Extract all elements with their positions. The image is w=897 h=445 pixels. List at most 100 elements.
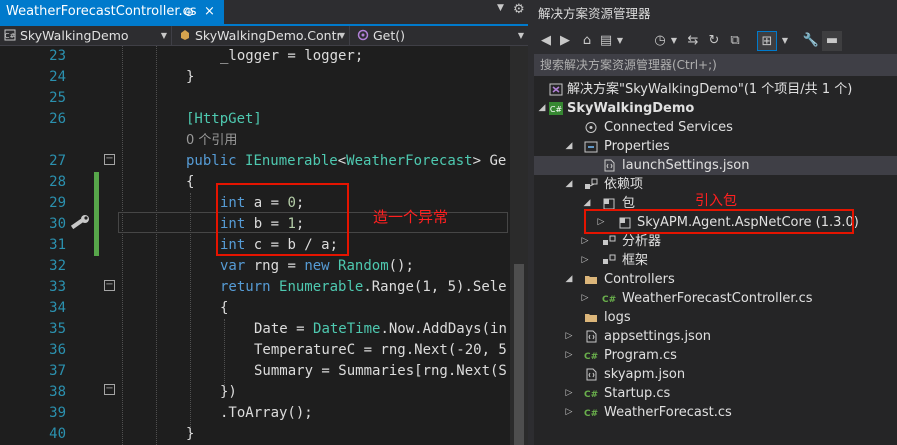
pin-icon[interactable]: ⊕ bbox=[184, 0, 194, 24]
member-selector-label: Get() bbox=[373, 28, 406, 43]
explorer-search-input[interactable]: 搜索解决方案资源管理器(Ctrl+;) bbox=[534, 54, 897, 76]
collapsed-arrow-icon[interactable]: ▷ bbox=[564, 327, 574, 346]
reference-count[interactable]: 0 个引用 bbox=[186, 133, 237, 148]
code-text: TemperatureC = rng.Next(-20, 5 bbox=[254, 342, 507, 358]
collapse-all-icon[interactable]: ⧉ bbox=[727, 31, 743, 51]
pending-changes-icon[interactable]: ◷ bbox=[652, 31, 668, 51]
tree-item-frameworks[interactable]: ▷ 框架 bbox=[534, 251, 897, 270]
chevron-down-icon[interactable]: ▼ bbox=[779, 31, 791, 51]
expanded-arrow-icon[interactable]: ◢ bbox=[564, 137, 574, 156]
keyword: public bbox=[186, 153, 237, 169]
tab-weatherforecastcontroller[interactable]: WeatherForecastController.cs ⊕ × bbox=[0, 0, 224, 24]
keyword: new bbox=[304, 258, 330, 274]
tree-item-startup[interactable]: ▷ C# Startup.cs bbox=[534, 384, 897, 403]
tree-item-label: SkyWalkingDemo bbox=[567, 101, 695, 116]
code-line-24: } bbox=[186, 67, 194, 88]
collapsed-arrow-icon[interactable]: ▷ bbox=[580, 232, 590, 251]
switch-views-icon[interactable]: ▤ bbox=[598, 31, 614, 51]
panel-title: 解决方案资源管理器 bbox=[534, 0, 897, 28]
tree-item-project[interactable]: ◢ C# SkyWalkingDemo bbox=[534, 99, 897, 118]
member-selector[interactable]: Get() ▼ bbox=[353, 26, 528, 45]
tree-item-label: appsettings.json bbox=[604, 329, 712, 344]
tab-title: WeatherForecastController.cs bbox=[6, 4, 197, 19]
svg-text:C#: C# bbox=[550, 105, 563, 114]
back-icon[interactable]: ◀ bbox=[538, 31, 554, 51]
solution-icon bbox=[549, 83, 563, 96]
csharp-file-icon: C# bbox=[602, 295, 616, 305]
attribute-text: [HttpGet] bbox=[186, 111, 262, 127]
code-text: _logger = logger; bbox=[220, 48, 364, 64]
annotation-create-exception: 造一个异常 bbox=[373, 208, 449, 226]
class-selector-label: SkyWalkingDemo.Contr bbox=[195, 28, 342, 43]
show-all-files-icon[interactable]: ⊞ bbox=[757, 31, 777, 51]
navigation-bar: C# SkyWalkingDemo ▼ SkyWalkingDemo.Contr… bbox=[0, 26, 528, 46]
home-icon[interactable]: ⌂ bbox=[578, 31, 596, 51]
code-line-38: }) bbox=[220, 382, 237, 403]
class-selector[interactable]: SkyWalkingDemo.Contr ▼ bbox=[175, 26, 350, 45]
tree-item-weatherforecast[interactable]: ▷ C# WeatherForecast.cs bbox=[534, 403, 897, 422]
svg-text:C#: C# bbox=[602, 295, 616, 305]
keyword: var bbox=[220, 258, 246, 274]
tab-list-dropdown-icon[interactable]: ▼ bbox=[497, 3, 509, 19]
highlight-box-exception-code bbox=[216, 183, 349, 256]
code-text: } bbox=[186, 69, 195, 85]
refresh-icon[interactable]: ↻ bbox=[706, 31, 722, 51]
csharp-project-icon: C# bbox=[549, 102, 563, 115]
tree-item-label: Controllers bbox=[604, 272, 675, 287]
chevron-down-icon[interactable]: ▼ bbox=[614, 31, 626, 51]
preview-selected-icon[interactable]: ▬ bbox=[822, 31, 842, 51]
forward-icon[interactable]: ▶ bbox=[557, 31, 573, 51]
tree-item-label: Startup.cs bbox=[604, 386, 671, 401]
code-line-40: } bbox=[186, 424, 194, 445]
collapsed-arrow-icon[interactable]: ▷ bbox=[564, 346, 574, 365]
code-text: (); bbox=[388, 258, 414, 274]
code-text: < bbox=[337, 153, 347, 169]
scrollbar-thumb[interactable] bbox=[514, 264, 524, 445]
tree-item-weatherforecastcontroller[interactable]: ▷ C# WeatherForecastController.cs bbox=[534, 289, 897, 308]
code-line-26: [HttpGet] bbox=[186, 109, 262, 130]
vertical-scrollbar[interactable] bbox=[510, 46, 528, 445]
chevron-down-icon: ▼ bbox=[160, 31, 167, 40]
code-text: .ToArray(); bbox=[220, 405, 313, 421]
project-selector[interactable]: C# SkyWalkingDemo ▼ bbox=[0, 26, 172, 45]
collapsed-arrow-icon[interactable]: ▷ bbox=[564, 403, 574, 422]
expanded-arrow-icon[interactable]: ◢ bbox=[564, 175, 574, 194]
tree-item-skyapm-json[interactable]: skyapm.json bbox=[534, 365, 897, 384]
tree-item-properties[interactable]: ◢ Properties bbox=[534, 137, 897, 156]
svg-text:C#: C# bbox=[5, 32, 16, 40]
chevron-down-icon[interactable]: ▼ bbox=[668, 31, 680, 51]
collapsed-arrow-icon[interactable]: ▷ bbox=[564, 384, 574, 403]
code-text: { bbox=[186, 174, 195, 190]
solution-tree: 解决方案"SkyWalkingDemo"(1 个项目/共 1 个) ◢ C# S… bbox=[534, 76, 897, 445]
collapsed-arrow-icon[interactable]: ▷ bbox=[580, 251, 590, 270]
svg-text:C#: C# bbox=[584, 409, 598, 419]
gear-icon[interactable]: ⚙ bbox=[513, 2, 525, 17]
method-icon bbox=[357, 29, 369, 41]
expanded-arrow-icon[interactable]: ◢ bbox=[564, 270, 574, 289]
tree-item-label: skyapm.json bbox=[604, 367, 686, 382]
wrench-icon[interactable]: 🔧 bbox=[802, 31, 820, 51]
tree-item-solution[interactable]: 解决方案"SkyWalkingDemo"(1 个项目/共 1 个) bbox=[534, 80, 897, 99]
tree-item-program[interactable]: ▷ C# Program.cs bbox=[534, 346, 897, 365]
annotation-import-package: 引入包 bbox=[695, 193, 737, 209]
tree-item-label: 分析器 bbox=[622, 234, 662, 249]
tree-item-connected-services[interactable]: Connected Services bbox=[534, 118, 897, 137]
tree-item-logs[interactable]: logs bbox=[534, 308, 897, 327]
tree-item-controllers[interactable]: ◢ Controllers bbox=[534, 270, 897, 289]
close-icon[interactable]: × bbox=[204, 0, 215, 24]
code-line-27: public IEnumerable<WeatherForecast> Ge bbox=[186, 151, 506, 172]
tree-item-appsettings[interactable]: ▷ appsettings.json bbox=[534, 327, 897, 346]
tree-item-label: 框架 bbox=[622, 253, 649, 268]
sync-icon[interactable]: ⇆ bbox=[684, 31, 702, 51]
collapsed-arrow-icon[interactable]: ▷ bbox=[580, 289, 590, 308]
reference-count-lens[interactable]: 0 个引用 bbox=[186, 130, 237, 151]
expanded-arrow-icon[interactable]: ◢ bbox=[537, 99, 547, 118]
type-name: IEnumerable bbox=[245, 153, 338, 169]
tree-item-analyzers[interactable]: ▷ 分析器 bbox=[534, 232, 897, 251]
code-text: .Range(1, 5).Sele bbox=[363, 279, 507, 295]
code-line-34: { bbox=[220, 298, 228, 319]
tree-item-launchsettings[interactable]: launchSettings.json bbox=[534, 156, 897, 175]
tree-item-label: Properties bbox=[604, 139, 670, 154]
json-file-icon bbox=[586, 330, 597, 343]
tree-item-label: logs bbox=[604, 310, 631, 325]
